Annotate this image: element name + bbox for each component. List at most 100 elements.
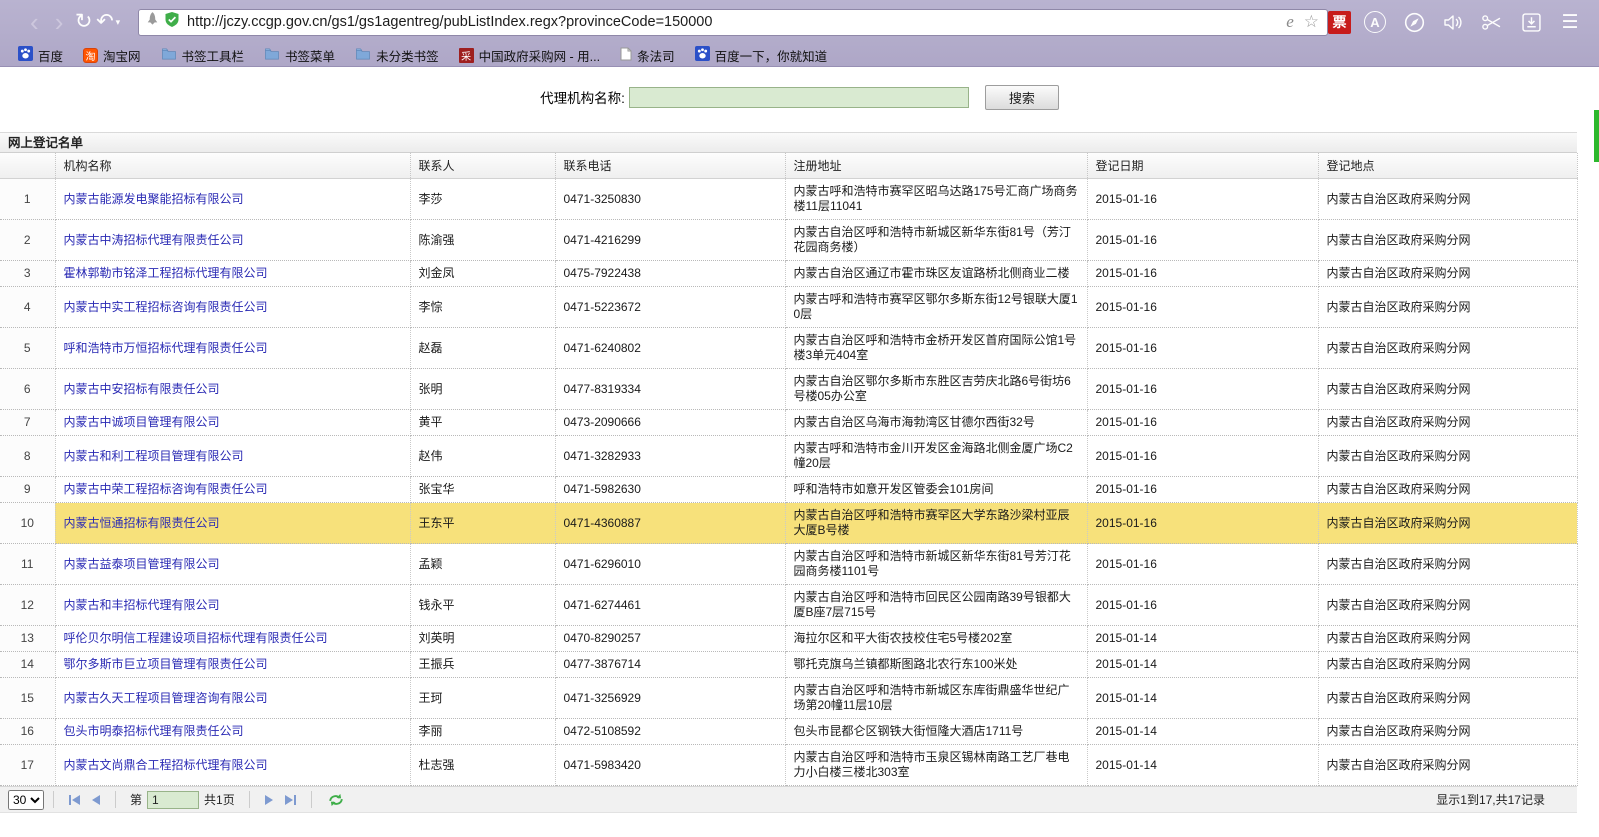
- phone-cell: 0471-3282933: [555, 436, 785, 477]
- phone-cell: 0471-4216299: [555, 220, 785, 261]
- compass-icon[interactable]: [1399, 9, 1429, 35]
- contact-cell: 杜志强: [410, 745, 555, 786]
- download-icon[interactable]: [1516, 9, 1546, 35]
- bookmark-item[interactable]: 书签工具栏: [153, 45, 253, 66]
- forward-icon[interactable]: ›: [47, 11, 72, 33]
- divider: [249, 791, 250, 808]
- address-cell: 内蒙古自治区呼和浩特市新城区新华东街81号（芳汀花园商务楼）: [785, 220, 1087, 261]
- hamburger-glyph: ☰: [1561, 11, 1578, 34]
- column-header[interactable]: 机构名称: [55, 153, 410, 179]
- agency-link[interactable]: 内蒙古中诚项目管理有限公司: [64, 415, 220, 429]
- row-number: 11: [0, 544, 55, 585]
- menu-icon[interactable]: ☰: [1555, 9, 1585, 35]
- agency-link[interactable]: 呼伦贝尔明信工程建设项目招标代理有限责任公司: [64, 631, 328, 645]
- agency-link[interactable]: 内蒙古文尚鼎合工程招标代理有限公司: [64, 758, 268, 772]
- bookmark-item[interactable]: 书签菜单: [256, 45, 343, 66]
- bookmark-item[interactable]: 采中国政府采购网 - 用...: [451, 45, 609, 66]
- page-number-input[interactable]: [147, 791, 199, 809]
- table-body: 1 内蒙古能源发电聚能招标有限公司 李莎 0471-3250830 内蒙古呼和浩…: [0, 179, 1577, 786]
- agency-link[interactable]: 内蒙古中安招标有限责任公司: [64, 382, 220, 396]
- bookmark-label: 未分类书签: [376, 46, 439, 65]
- column-header[interactable]: 联系人: [410, 153, 555, 179]
- bookmark-item[interactable]: 百度一下，你就知道: [687, 45, 836, 66]
- prev-page-button[interactable]: [86, 795, 106, 805]
- scissors-icon[interactable]: [1477, 9, 1507, 35]
- date-cell: 2015-01-16: [1087, 585, 1318, 626]
- bookmark-item[interactable]: 未分类书签: [347, 45, 447, 66]
- agency-link[interactable]: 包头市明泰招标代理有限责任公司: [64, 724, 244, 738]
- date-cell: 2015-01-14: [1087, 652, 1318, 678]
- url-bar[interactable]: http://jczy.ccgp.gov.cn/gs1/gs1agentreg/…: [138, 9, 1328, 36]
- place-cell: 内蒙古自治区政府采购分网: [1318, 719, 1577, 745]
- site-identity-icon[interactable]: [147, 12, 158, 32]
- contact-cell: 孟颖: [410, 544, 555, 585]
- agency-link[interactable]: 内蒙古能源发电聚能招标有限公司: [64, 192, 244, 206]
- table-row: 8 内蒙古和利工程项目管理有限公司 赵伟 0471-3282933 内蒙古呼和浩…: [0, 436, 1577, 477]
- back-icon[interactable]: ‹: [22, 11, 47, 33]
- agency-link[interactable]: 鄂尔多斯市巨立项目管理有限责任公司: [64, 657, 268, 671]
- first-page-button[interactable]: [63, 795, 86, 805]
- annotation-a-icon[interactable]: A: [1360, 9, 1390, 35]
- row-number: 3: [0, 261, 55, 287]
- agency-link[interactable]: 内蒙古久天工程项目管理咨询有限公司: [64, 691, 268, 705]
- bookmark-label: 中国政府采购网 - 用...: [479, 46, 601, 65]
- taobao-icon: 淘: [83, 48, 98, 63]
- table-row: 12 内蒙古和丰招标代理有限公司 钱永平 0471-6274461 内蒙古自治区…: [0, 585, 1577, 626]
- registration-table: 机构名称联系人联系电话注册地址登记日期登记地点 1 内蒙古能源发电聚能招标有限公…: [0, 153, 1578, 786]
- bookmark-star-icon[interactable]: ☆: [1304, 12, 1319, 32]
- search-row: 代理机构名称: 搜索: [0, 68, 1599, 118]
- refresh-icon[interactable]: ↻: [71, 11, 96, 33]
- reload-grid-icon[interactable]: [321, 792, 351, 808]
- agency-name-cell: 内蒙古久天工程项目管理咨询有限公司: [55, 678, 410, 719]
- address-cell: 呼和浩特市如意开发区管委会101房间: [785, 477, 1087, 503]
- contact-cell: 黄平: [410, 410, 555, 436]
- date-cell: 2015-01-16: [1087, 503, 1318, 544]
- agency-link[interactable]: 霍林郭勒市铭泽工程招标代理有限公司: [64, 266, 268, 280]
- row-number: 7: [0, 410, 55, 436]
- address-cell: 内蒙古自治区呼和浩特市新城区新华东街81号芳汀花园商务楼1101号: [785, 544, 1087, 585]
- ticket-extension-icon[interactable]: 票: [1328, 11, 1351, 34]
- contact-cell: 赵伟: [410, 436, 555, 477]
- speaker-icon[interactable]: [1438, 9, 1468, 35]
- page-size-select[interactable]: 30: [8, 790, 44, 810]
- agency-name-input[interactable]: [629, 87, 969, 108]
- phone-cell: 0471-5983420: [555, 745, 785, 786]
- recent-history-button[interactable]: ↶ ▾: [96, 11, 128, 33]
- divider: [115, 791, 116, 808]
- agency-link[interactable]: 内蒙古和丰招标代理有限公司: [64, 598, 220, 612]
- last-page-button[interactable]: [279, 795, 302, 805]
- place-cell: 内蒙古自治区政府采购分网: [1318, 652, 1577, 678]
- security-shield-icon[interactable]: [164, 11, 180, 33]
- column-header[interactable]: 登记地点: [1318, 153, 1577, 179]
- url-text[interactable]: http://jczy.ccgp.gov.cn/gs1/gs1agentreg/…: [187, 14, 1286, 30]
- table-row: 6 内蒙古中安招标有限责任公司 张明 0477-8319334 内蒙古自治区鄂尔…: [0, 369, 1577, 410]
- date-cell: 2015-01-14: [1087, 626, 1318, 652]
- column-header[interactable]: 联系电话: [555, 153, 785, 179]
- column-header[interactable]: 登记日期: [1087, 153, 1318, 179]
- agency-link[interactable]: 内蒙古恒通招标有限责任公司: [64, 516, 220, 530]
- contact-cell: 王振兵: [410, 652, 555, 678]
- bookmark-item[interactable]: 淘淘宝网: [75, 45, 149, 66]
- next-page-button[interactable]: [259, 795, 279, 805]
- contact-cell: 赵磊: [410, 328, 555, 369]
- place-cell: 内蒙古自治区政府采购分网: [1318, 503, 1577, 544]
- row-number: 6: [0, 369, 55, 410]
- bookmark-item[interactable]: 条法司: [612, 45, 683, 66]
- page-content: 代理机构名称: 搜索 网上登记名单 机构名称联系人联系电话注册地址登记日期登记地…: [0, 68, 1599, 837]
- contact-cell: 张宝华: [410, 477, 555, 503]
- address-cell: 内蒙古自治区鄂尔多斯市东胜区吉劳庆北路6号街坊6号楼05办公室: [785, 369, 1087, 410]
- agency-link[interactable]: 内蒙古中荣工程招标咨询有限责任公司: [64, 482, 268, 496]
- date-cell: 2015-01-16: [1087, 179, 1318, 220]
- scrollbar-thumb[interactable]: [1594, 110, 1599, 162]
- agency-link[interactable]: 内蒙古益泰项目管理有限公司: [64, 557, 220, 571]
- agency-link[interactable]: 内蒙古中涛招标代理有限责任公司: [64, 233, 244, 247]
- agency-link[interactable]: 呼和浩特市万恒招标代理有限责任公司: [64, 341, 268, 355]
- place-cell: 内蒙古自治区政府采购分网: [1318, 477, 1577, 503]
- search-button[interactable]: 搜索: [985, 85, 1059, 110]
- agency-link[interactable]: 内蒙古和利工程项目管理有限公司: [64, 449, 244, 463]
- phone-cell: 0471-6240802: [555, 328, 785, 369]
- bookmark-item[interactable]: 百度: [10, 45, 71, 66]
- agency-link[interactable]: 内蒙古中实工程招标咨询有限责任公司: [64, 300, 268, 314]
- column-header[interactable]: 注册地址: [785, 153, 1087, 179]
- ie-compat-icon[interactable]: e: [1286, 12, 1294, 32]
